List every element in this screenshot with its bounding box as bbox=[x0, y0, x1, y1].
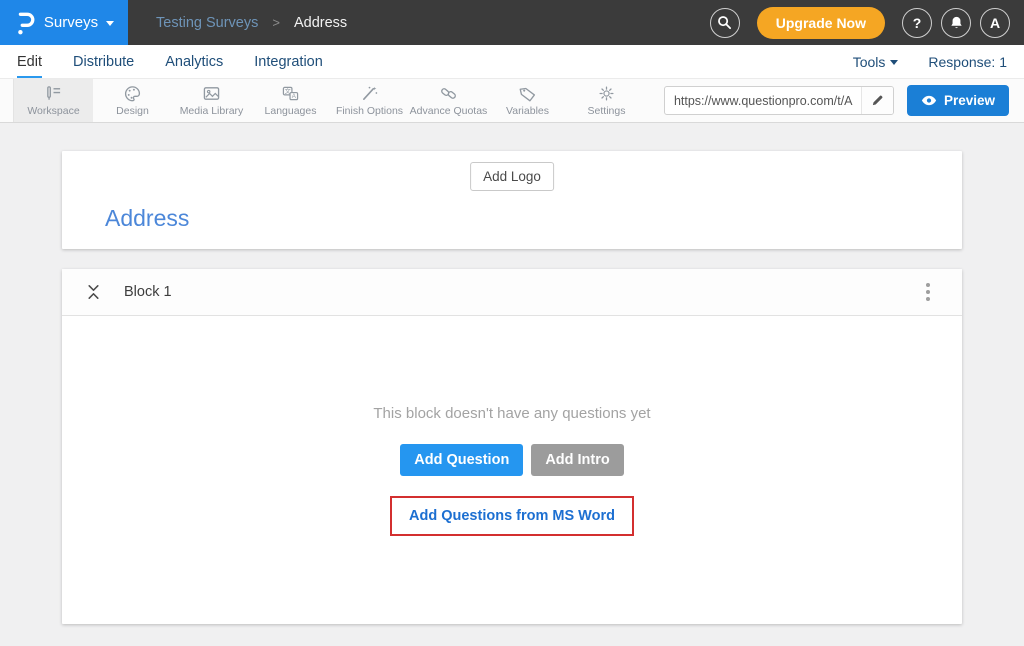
toolbar-item-finish-options[interactable]: Finish Options bbox=[330, 79, 409, 122]
breadcrumb-current: Address bbox=[294, 15, 347, 31]
bell-icon bbox=[949, 15, 964, 30]
tools-dropdown[interactable]: Tools bbox=[853, 54, 899, 70]
survey-url-input[interactable] bbox=[665, 94, 861, 108]
chevron-down-icon bbox=[106, 21, 114, 26]
toolbar-item-media-library[interactable]: Media Library bbox=[172, 79, 251, 122]
toolbar-item-label: Settings bbox=[588, 105, 626, 117]
chevron-down-icon bbox=[890, 60, 898, 65]
help-button[interactable]: ? bbox=[902, 8, 932, 38]
toolbar-item-label: Finish Options bbox=[336, 105, 403, 117]
collapse-block-button[interactable] bbox=[88, 285, 99, 299]
gear-icon bbox=[597, 85, 616, 102]
toolbar-item-design[interactable]: Design bbox=[93, 79, 172, 122]
preview-button[interactable]: Preview bbox=[907, 85, 1009, 116]
breadcrumb-separator: > bbox=[272, 15, 280, 30]
search-button[interactable] bbox=[710, 8, 740, 38]
ms-word-highlight-box: Add Questions from MS Word bbox=[390, 496, 634, 536]
toolbar-item-label: Languages bbox=[265, 105, 317, 117]
toolbar-item-workspace[interactable]: Workspace bbox=[14, 79, 93, 122]
toolbar-item-label: Media Library bbox=[180, 105, 244, 117]
block-card: Block 1 This block doesn't have any ques… bbox=[62, 269, 962, 624]
block-title[interactable]: Block 1 bbox=[124, 284, 172, 300]
toolbar-item-label: Variables bbox=[506, 105, 549, 117]
chevron-up-icon bbox=[88, 293, 99, 299]
tab-analytics[interactable]: Analytics bbox=[165, 45, 223, 78]
design-palette-icon bbox=[123, 85, 142, 102]
topbar-actions: Upgrade Now ? A bbox=[710, 7, 1024, 39]
workspace-icon bbox=[44, 85, 63, 102]
product-name: Surveys bbox=[44, 14, 98, 31]
avatar[interactable]: A bbox=[980, 8, 1010, 38]
chevron-down-icon bbox=[88, 285, 99, 291]
tab-edit[interactable]: Edit bbox=[17, 45, 42, 78]
edit-url-button[interactable] bbox=[861, 87, 893, 114]
block-header: Block 1 bbox=[62, 269, 962, 316]
section-tabs: Edit Distribute Analytics Integration bbox=[17, 45, 354, 78]
tabrow-right: Tools Response: 1 bbox=[853, 54, 1007, 70]
breadcrumb-parent-link[interactable]: Testing Surveys bbox=[156, 15, 258, 31]
add-logo-button[interactable]: Add Logo bbox=[470, 162, 554, 191]
toolbar-item-label: Workspace bbox=[27, 105, 79, 117]
search-icon bbox=[717, 15, 732, 30]
block-body: This block doesn't have any questions ye… bbox=[62, 316, 962, 624]
pencil-icon bbox=[871, 94, 884, 107]
tools-label: Tools bbox=[853, 54, 886, 70]
chain-links-icon bbox=[439, 85, 458, 102]
tab-integration[interactable]: Integration bbox=[254, 45, 323, 78]
upgrade-now-button[interactable]: Upgrade Now bbox=[757, 7, 885, 39]
translate-icon: 文 A bbox=[281, 85, 300, 102]
response-count: Response: 1 bbox=[928, 54, 1007, 70]
add-intro-button[interactable]: Add Intro bbox=[531, 444, 623, 476]
product-switcher[interactable]: Surveys bbox=[0, 0, 128, 45]
toolbar-item-label: Design bbox=[116, 105, 149, 117]
toolbar-right: Preview bbox=[664, 79, 1024, 122]
toolbar-item-label: Advance Quotas bbox=[410, 105, 488, 117]
toolbar-item-settings[interactable]: Settings bbox=[567, 79, 646, 122]
questionpro-logo-icon bbox=[14, 10, 36, 36]
eye-icon bbox=[921, 95, 937, 106]
magic-wand-icon bbox=[360, 85, 379, 102]
tag-icon bbox=[518, 85, 537, 102]
notifications-button[interactable] bbox=[941, 8, 971, 38]
survey-header-card: Add Logo Address bbox=[62, 151, 962, 249]
top-navbar: Surveys Testing Surveys > Address Upgrad… bbox=[0, 0, 1024, 45]
survey-url-box bbox=[664, 86, 894, 115]
toolbar-item-variables[interactable]: Variables bbox=[488, 79, 567, 122]
breadcrumb: Testing Surveys > Address bbox=[156, 15, 347, 31]
toolbar-items: Workspace Design Media Library 文 A bbox=[13, 79, 646, 122]
preview-label: Preview bbox=[944, 93, 995, 108]
block-action-buttons: Add Question Add Intro bbox=[400, 444, 624, 476]
empty-block-message: This block doesn't have any questions ye… bbox=[373, 405, 650, 422]
section-tab-bar: Edit Distribute Analytics Integration To… bbox=[0, 45, 1024, 79]
toolbar-item-languages[interactable]: 文 A Languages bbox=[251, 79, 330, 122]
survey-editor-page: Add Logo Address Block 1 This block does… bbox=[0, 123, 1024, 624]
add-question-button[interactable]: Add Question bbox=[400, 444, 523, 476]
survey-title[interactable]: Address bbox=[105, 205, 189, 232]
media-image-icon bbox=[202, 85, 221, 102]
add-questions-from-ms-word-link[interactable]: Add Questions from MS Word bbox=[409, 508, 615, 524]
block-menu-button[interactable] bbox=[920, 279, 936, 305]
tab-distribute[interactable]: Distribute bbox=[73, 45, 134, 78]
toolbar-item-advance-quotas[interactable]: Advance Quotas bbox=[409, 79, 488, 122]
survey-toolbar: Workspace Design Media Library 文 A bbox=[0, 79, 1024, 123]
